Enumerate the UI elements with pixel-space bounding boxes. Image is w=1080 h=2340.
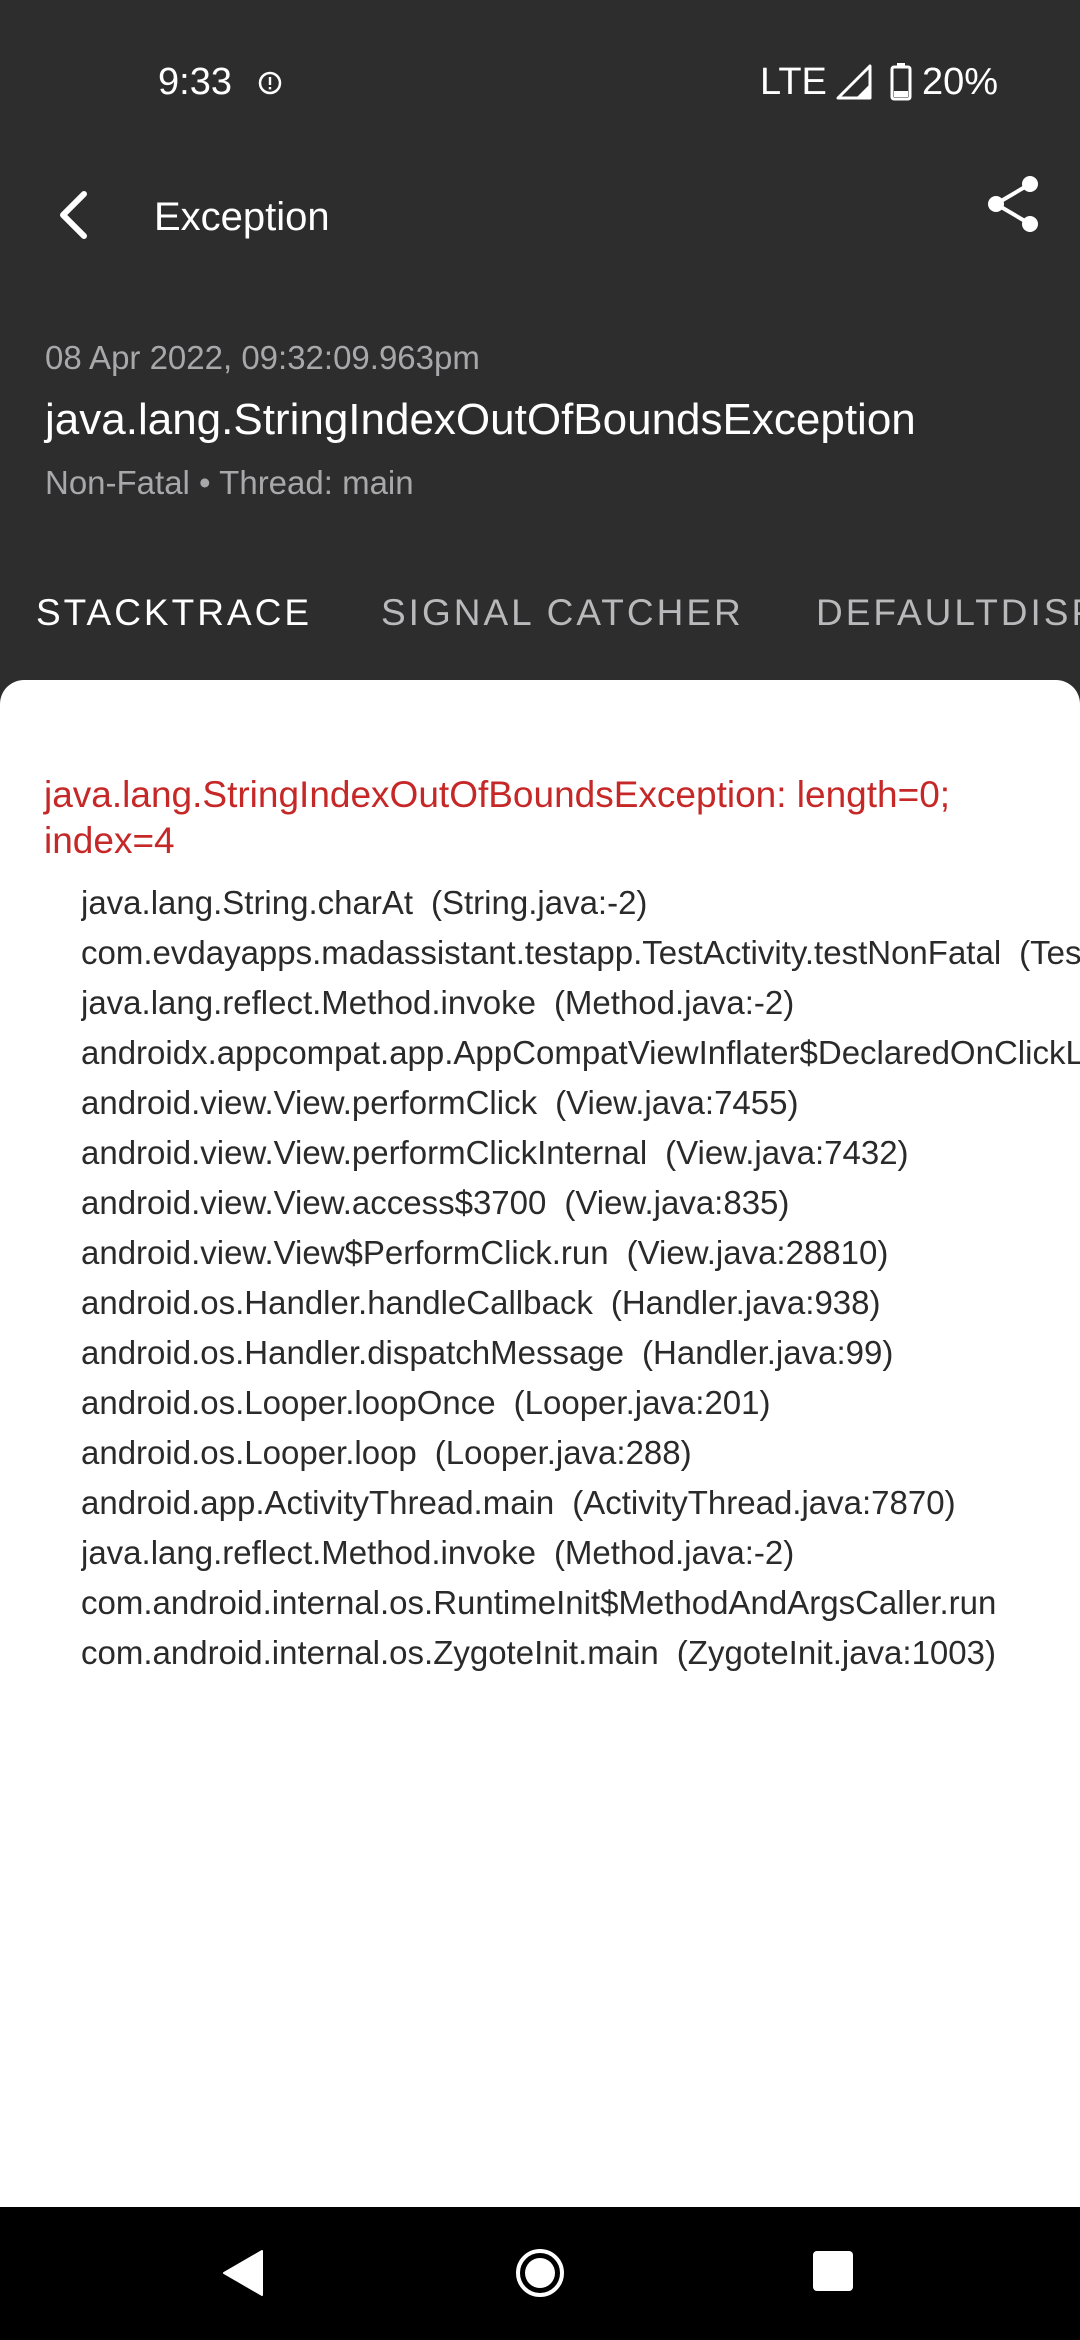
tab-bar: STACKTRACE SIGNAL CATCHER DEFAULTDISPATC… (0, 578, 1080, 650)
frame-method: com.android.internal.os.RuntimeInit$Meth… (81, 1584, 997, 1621)
frame-method: android.view.View.access$3700 (81, 1184, 547, 1221)
stack-frame-list: java.lang.String.charAt (String.java:-2) … (81, 878, 1080, 1678)
frame-method: androidx.appcompat.app.AppCompatViewInfl… (81, 1034, 1080, 1071)
exception-title: java.lang.StringIndexOutOfBoundsExceptio… (45, 395, 916, 444)
frame-method: com.android.internal.os.ZygoteInit.main (81, 1634, 659, 1671)
stack-frame: com.evdayapps.madassistant.testapp.TestA… (81, 928, 1080, 978)
stack-frame: java.lang.reflect.Method.invoke (Method.j… (81, 1528, 1080, 1578)
frame-method: android.os.Handler.handleCallback (81, 1284, 593, 1321)
stack-frame: android.view.View$PerformClick.run (View.… (81, 1228, 1080, 1278)
stack-frame: com.android.internal.os.ZygoteInit.main (… (81, 1628, 1080, 1678)
frame-location: (Looper.java:288) (434, 1434, 692, 1471)
system-nav-bar (0, 2207, 1080, 2340)
frame-location: (ActivityThread.java:7870) (572, 1484, 956, 1521)
frame-method: android.os.Handler.dispatchMessage (81, 1334, 625, 1371)
frame-location: (Looper.java:201) (513, 1384, 771, 1421)
status-bar: 9:33 LTE 20% (0, 0, 1080, 160)
stack-frame: android.view.View.access$3700 (View.java:… (81, 1178, 1080, 1228)
stack-frame: android.app.ActivityThread.main (Activity… (81, 1478, 1080, 1528)
alert-circle-icon (258, 71, 282, 95)
frame-method: android.os.Looper.loop (81, 1434, 417, 1471)
stack-frame: android.view.View.performClickInternal (V… (81, 1128, 1080, 1178)
frame-method: java.lang.reflect.Method.invoke (81, 984, 536, 1021)
frame-location: (Handler.java:99) (642, 1334, 894, 1371)
frame-method: android.view.View.performClick (81, 1084, 538, 1121)
frame-location: (Method.java:-2) (553, 984, 795, 1021)
nav-home-icon[interactable] (514, 2247, 566, 2299)
frame-location: (String.java:-2) (431, 884, 648, 921)
back-arrow-icon[interactable] (40, 180, 110, 250)
status-time: 9:33 (158, 61, 232, 103)
signal-icon (836, 64, 872, 100)
frame-method: android.os.Looper.loopOnce (81, 1384, 496, 1421)
app-bar: Exception (0, 160, 1080, 270)
frame-location: (ZygoteInit.java:1003) (676, 1634, 996, 1671)
frame-method: java.lang.String.charAt (81, 884, 414, 921)
frame-location: (Handler.java:938) (610, 1284, 881, 1321)
stack-frame: android.os.Looper.loopOnce (Looper.java:2… (81, 1378, 1080, 1428)
stack-frame: com.android.internal.os.RuntimeInit$Meth… (81, 1578, 1080, 1628)
exception-subtitle: Non-Fatal • Thread: main (45, 464, 414, 501)
network-type: LTE (760, 61, 827, 103)
page-title: Exception (154, 195, 330, 239)
frame-method: java.lang.reflect.Method.invoke (81, 1534, 536, 1571)
frame-location: (View.java:7432) (665, 1134, 909, 1171)
frame-location: (Method.java:-2) (553, 1534, 795, 1571)
frame-location: (View.java:28810) (626, 1234, 889, 1271)
stack-frame: android.os.Handler.dispatchMessage (Handl… (81, 1328, 1080, 1378)
battery-icon (890, 63, 912, 101)
nav-back-icon[interactable] (218, 2247, 268, 2299)
exception-timestamp: 08 Apr 2022, 09:32:09.963pm (45, 339, 480, 376)
frame-location: (View.java:835) (564, 1184, 790, 1221)
frame-method: android.view.View$PerformClick.run (81, 1234, 609, 1271)
stack-frame: android.os.Looper.loop (Looper.java:288) (81, 1428, 1080, 1478)
battery-level: 20% (922, 61, 999, 103)
nav-recents-icon[interactable] (811, 2249, 855, 2293)
stack-frame: android.os.Handler.handleCallback (Handle… (81, 1278, 1080, 1328)
stack-frame: android.view.View.performClick (View.java… (81, 1078, 1080, 1128)
stacktrace-panel: java.lang.StringIndexOutOfBoundsExceptio… (0, 680, 1080, 2207)
screen: 9:33 LTE 20% Exception 08 Apr 2022, 09:3… (0, 0, 1080, 2340)
tab-defaultdispatcher[interactable]: DEFAULTDISPATCHER (816, 588, 1080, 638)
frame-method: com.evdayapps.madassistant.testapp.TestA… (81, 934, 1002, 971)
frame-location: (TestActivity.kt:83) (1019, 934, 1080, 971)
exception-message: java.lang.StringIndexOutOfBoundsExceptio… (44, 774, 951, 861)
stack-frame: androidx.appcompat.app.AppCompatViewInfl… (81, 1028, 1080, 1078)
frame-method: android.view.View.performClickInternal (81, 1134, 648, 1171)
stack-frame: java.lang.String.charAt (String.java:-2) (81, 878, 1080, 928)
share-icon[interactable] (980, 170, 1050, 240)
stack-frame: java.lang.reflect.Method.invoke (Method.j… (81, 978, 1080, 1028)
tab-stacktrace[interactable]: STACKTRACE (36, 588, 312, 638)
frame-location: (View.java:7455) (555, 1084, 799, 1121)
frame-method: android.app.ActivityThread.main (81, 1484, 555, 1521)
tab-signal-catcher[interactable]: SIGNAL CATCHER (381, 588, 744, 638)
